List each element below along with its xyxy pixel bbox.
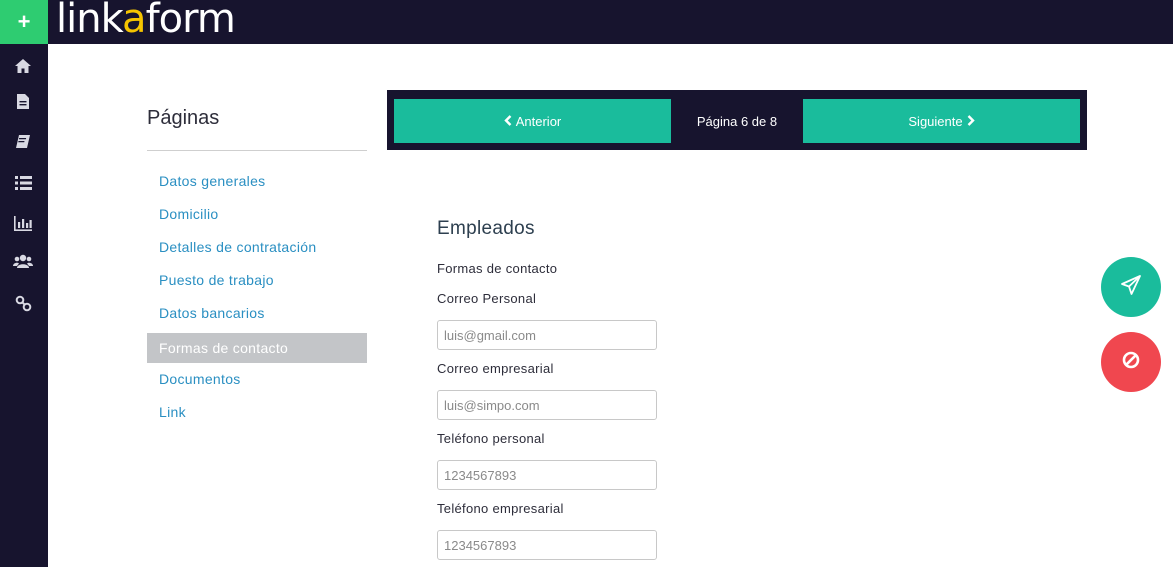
business-phone-input[interactable] <box>437 530 657 560</box>
chevron-right-icon <box>967 114 975 129</box>
send-button[interactable] <box>1101 257 1161 317</box>
logo-prefix: link <box>56 0 123 42</box>
link-icon[interactable] <box>12 292 34 314</box>
business-phone-label: Teléfono empresarial <box>437 501 564 516</box>
page-link-puesto-trabajo[interactable]: Puesto de trabajo <box>147 265 367 295</box>
book-icon[interactable] <box>12 130 34 152</box>
personal-email-label: Correo Personal <box>437 291 537 306</box>
page-link-datos-generales[interactable]: Datos generales <box>147 166 367 196</box>
ban-icon <box>1121 350 1141 375</box>
home-icon[interactable] <box>12 55 34 77</box>
pages-title: Páginas <box>147 107 220 129</box>
business-email-label: Correo empresarial <box>437 361 554 376</box>
logo-suffix: form <box>145 0 236 42</box>
page-link-detalles-contratacion[interactable]: Detalles de contratación <box>147 232 367 262</box>
chart-icon[interactable] <box>12 212 34 234</box>
chevron-left-icon <box>504 114 512 129</box>
subsection-label: Formas de contacto <box>437 261 558 276</box>
cancel-button[interactable] <box>1101 332 1161 392</box>
document-icon[interactable] <box>12 90 34 112</box>
logo-text: linkaform <box>56 0 236 42</box>
logo-accent: a <box>122 0 146 42</box>
users-icon[interactable] <box>12 250 34 272</box>
personal-phone-input[interactable] <box>437 460 657 490</box>
paper-plane-icon <box>1120 274 1142 301</box>
personal-phone-label: Teléfono personal <box>437 431 545 446</box>
personal-email-input[interactable] <box>437 320 657 350</box>
business-email-input[interactable] <box>437 390 657 420</box>
page-link-documentos[interactable]: Documentos <box>147 364 367 394</box>
section-title: Empleados <box>437 218 535 239</box>
pages-divider <box>147 150 367 151</box>
previous-button[interactable]: Anterior <box>394 99 671 143</box>
add-button[interactable]: + <box>0 0 48 44</box>
page-link-domicilio[interactable]: Domicilio <box>147 199 367 229</box>
left-rail: + <box>0 0 48 567</box>
page-link-datos-bancarios[interactable]: Datos bancarios <box>147 298 367 328</box>
pager: Anterior Página 6 de 8 Siguiente <box>387 90 1087 150</box>
list-icon[interactable] <box>12 172 34 194</box>
top-bar: linkaform <box>48 0 1173 44</box>
page-indicator: Página 6 de 8 <box>696 113 778 129</box>
plus-icon: + <box>17 9 31 34</box>
next-button[interactable]: Siguiente <box>803 99 1080 143</box>
previous-label: Anterior <box>515 113 562 129</box>
page-link-link[interactable]: Link <box>147 397 367 427</box>
page-link-formas-contacto[interactable]: Formas de contacto <box>147 333 367 363</box>
app-logo[interactable]: linkaform <box>56 0 236 44</box>
next-label: Siguiente <box>908 113 963 129</box>
